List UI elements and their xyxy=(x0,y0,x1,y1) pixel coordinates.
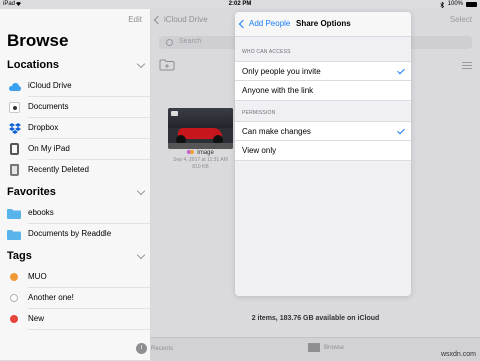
sidebar-item-label: ebooks xyxy=(28,208,54,217)
status-bar: iPad 2:02 PM 100% xyxy=(0,0,480,9)
list-view-icon[interactable] xyxy=(462,62,472,69)
folder-icon xyxy=(308,343,320,352)
sidebar-item-label: Documents xyxy=(28,102,69,111)
folder-icon xyxy=(7,230,21,240)
locations-header[interactable]: Locations xyxy=(7,59,59,71)
option-can-make-changes[interactable]: Can make changes xyxy=(235,121,411,141)
bluetooth-icon xyxy=(440,1,444,8)
thumbnail-badge-icon xyxy=(171,111,178,116)
sidebar-item-tag-new[interactable]: New xyxy=(0,309,150,330)
option-label: View only xyxy=(242,146,277,155)
sidebar-item-label: Documents by Readdle xyxy=(28,229,112,238)
search-icon xyxy=(166,39,173,46)
sidebar-item-dropbox[interactable]: Dropbox xyxy=(0,118,150,139)
tab-bar: Recents Browse xyxy=(136,337,480,361)
option-only-people-you-invite[interactable]: Only people you invite xyxy=(235,61,411,81)
back-button-label: iCloud Drive xyxy=(164,15,208,24)
sidebar-item-documents-by-readdle[interactable]: Documents by Readdle xyxy=(0,224,150,245)
tag-color-dot-icon xyxy=(10,273,18,281)
checkmark-icon xyxy=(397,126,405,135)
folder-icon xyxy=(7,209,21,219)
permission-header: PERMISSION xyxy=(242,110,276,116)
select-button[interactable]: Select xyxy=(450,15,472,24)
battery-icon xyxy=(466,2,477,7)
search-placeholder: Search xyxy=(179,38,202,45)
option-view-only[interactable]: View only xyxy=(235,141,411,161)
locations-collapse-chevron-icon[interactable] xyxy=(136,59,146,69)
sidebar-item-label: Another one! xyxy=(28,293,74,302)
chevron-left-icon xyxy=(153,15,163,24)
file-tags-icon xyxy=(187,150,195,155)
tags-collapse-chevron-icon[interactable] xyxy=(136,250,146,260)
sidebar-item-documents[interactable]: Documents xyxy=(0,97,150,118)
storage-summary: 2 items, 183.76 GB available on iCloud xyxy=(251,315,380,322)
favorites-header[interactable]: Favorites xyxy=(7,186,56,198)
documents-app-icon xyxy=(9,102,20,113)
sidebar-title: Browse xyxy=(7,31,69,50)
sidebar-item-label: On My iPad xyxy=(28,144,70,153)
file-thumbnail[interactable] xyxy=(168,108,233,149)
sidebar-item-ebooks[interactable]: ebooks xyxy=(0,203,150,224)
who-can-access-header: WHO CAN ACCESS xyxy=(242,49,291,55)
tag-color-dot-icon xyxy=(10,315,18,323)
back-button-label: Add People xyxy=(249,19,291,28)
file-date: Sep 4, 2017 at 11:31 AM xyxy=(173,157,228,163)
file-size: 810 KB xyxy=(192,164,209,170)
sidebar-item-label: Recently Deleted xyxy=(28,165,89,174)
trash-icon xyxy=(10,164,19,176)
sidebar-item-label: iCloud Drive xyxy=(28,81,72,90)
popover-nav-bar: Add People Share Options xyxy=(235,12,411,37)
ipad-icon xyxy=(10,143,19,155)
tag-color-dot-icon xyxy=(10,294,18,302)
option-label: Can make changes xyxy=(242,127,311,136)
tags-header[interactable]: Tags xyxy=(7,250,32,262)
sidebar-item-icloud-drive[interactable]: iCloud Drive xyxy=(0,76,150,97)
favorites-collapse-chevron-icon[interactable] xyxy=(136,186,146,196)
option-anyone-with-the-link[interactable]: Anyone with the link xyxy=(235,81,411,101)
icloud-icon xyxy=(9,83,21,91)
clock-icon xyxy=(136,343,147,354)
sidebar: Edit Browse Locations iCloud Drive Docum… xyxy=(0,9,151,360)
sidebar-item-recently-deleted[interactable]: Recently Deleted xyxy=(0,160,150,181)
edit-button[interactable]: Edit xyxy=(128,15,142,24)
sidebar-item-label: Dropbox xyxy=(28,123,59,132)
clock-time: 2:02 PM xyxy=(228,1,252,7)
option-label: Only people you invite xyxy=(242,67,321,76)
tab-browse[interactable]: Browse xyxy=(308,343,344,352)
checkmark-icon xyxy=(397,66,405,75)
new-folder-icon[interactable] xyxy=(159,59,175,71)
tab-recents[interactable]: Recents xyxy=(136,343,173,354)
dropbox-icon xyxy=(9,123,21,134)
back-button[interactable]: iCloud Drive xyxy=(153,15,208,24)
add-people-back-button[interactable]: Add People xyxy=(238,19,291,28)
sidebar-item-on-my-ipad[interactable]: On My iPad xyxy=(0,139,150,160)
watermark: wsxdn.com xyxy=(440,351,476,358)
sidebar-item-tag-muo[interactable]: MUO xyxy=(0,267,150,288)
sidebar-item-label: New xyxy=(28,314,45,323)
option-label: Anyone with the link xyxy=(242,86,314,95)
file-name[interactable]: Image xyxy=(168,150,233,156)
popover-title: Share Options xyxy=(296,19,351,28)
share-options-popover: Add People Share Options WHO CAN ACCESS … xyxy=(235,12,411,296)
sidebar-item-label: MUO xyxy=(28,272,47,281)
tab-label: Browse xyxy=(324,344,345,351)
battery-percent: 100% xyxy=(447,1,463,7)
chevron-left-icon xyxy=(238,19,248,28)
sidebar-item-tag-another-one[interactable]: Another one! xyxy=(0,288,150,309)
tab-label: Recents xyxy=(151,345,174,352)
